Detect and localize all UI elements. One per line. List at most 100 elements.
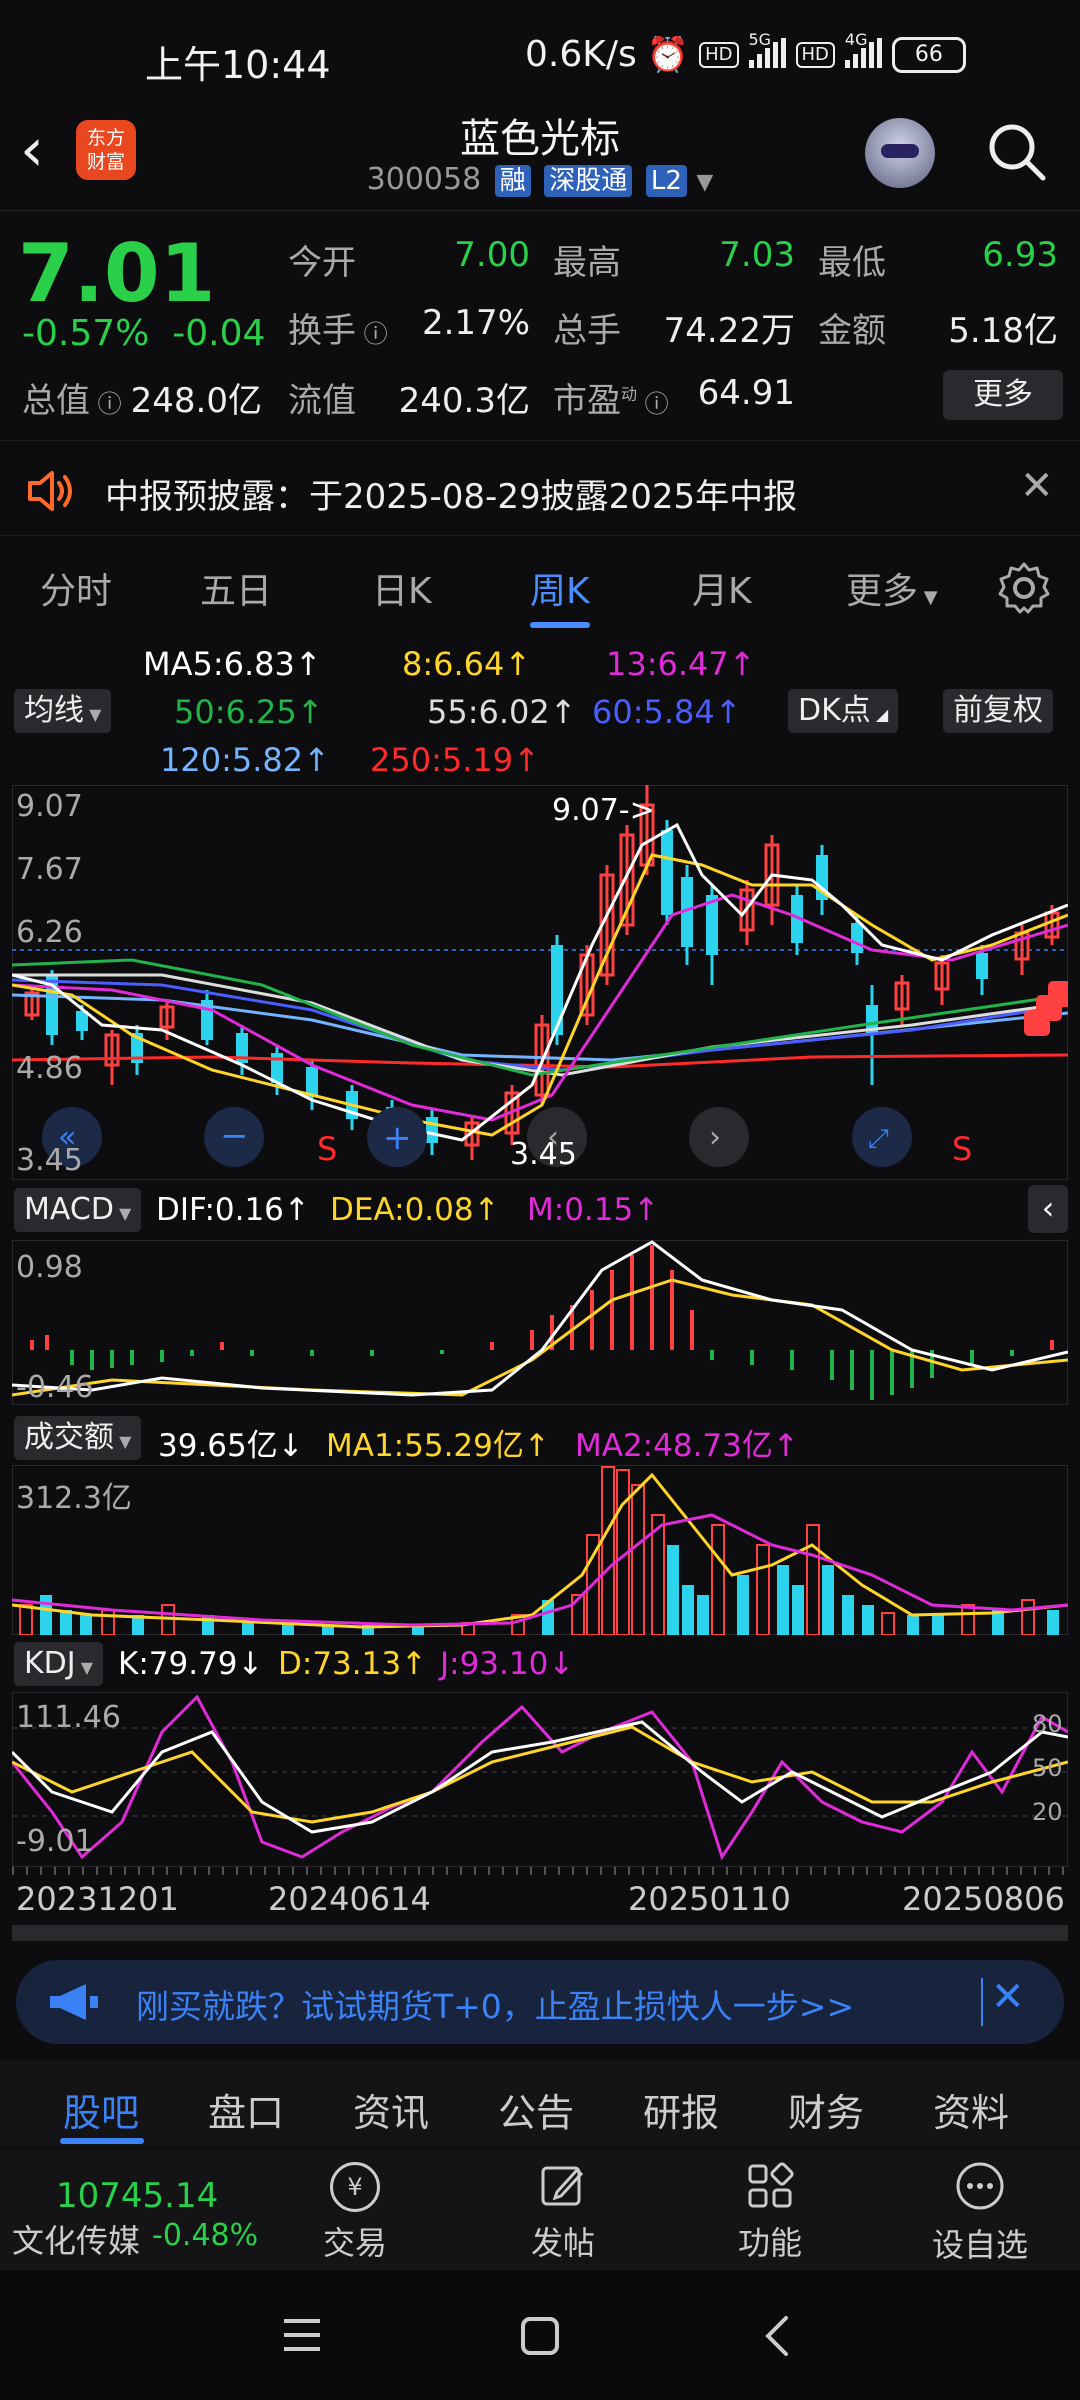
promo-banner[interactable]: 刚买就跌？试试期货T+0，止盈止损快人一步>> ✕ — [16, 1960, 1064, 2044]
tab-finance[interactable]: 财务 — [788, 2082, 864, 2137]
edit-icon — [541, 2166, 584, 2206]
info-tabs: 股吧 盘口 资讯 公告 研报 财务 资料 — [0, 2060, 1080, 2146]
add-watchlist-button[interactable]: 设自选 — [920, 2150, 1040, 2266]
collapse-panel-button[interactable]: ‹ — [1028, 1185, 1068, 1233]
chevron-down-icon: ▼ — [696, 170, 714, 195]
more-button[interactable]: 更多 — [943, 370, 1063, 420]
tab-news[interactable]: 资讯 — [353, 2082, 429, 2137]
battery-icon: 66 — [891, 36, 966, 73]
index-name: 文化传媒 — [12, 2222, 141, 2260]
open-label: 今开 — [288, 243, 356, 283]
tab-more[interactable]: 更多 ▼ — [846, 562, 938, 614]
tab-five-day[interactable]: 五日 — [200, 562, 272, 614]
macd-select[interactable]: MACD ▼ — [14, 1188, 142, 1232]
menu-icon[interactable] — [280, 2315, 324, 2355]
kdj-ref-80: 80 — [1032, 1710, 1063, 1738]
tab-research[interactable]: 研报 — [643, 2082, 719, 2137]
kdj-d: D:73.13↑ — [278, 1646, 428, 1682]
net-speed: 0.6K/s — [525, 34, 637, 75]
sector-index[interactable]: 10745.14 文化传媒 -0.48% — [0, 2150, 270, 2270]
next-icon: › — [709, 1120, 721, 1155]
alarm-icon: ⏰ — [646, 34, 690, 75]
macd-m: M:0.15↑ — [527, 1192, 660, 1228]
float-mv-label: 流值 — [288, 381, 356, 421]
quote-panel: 7.01 -0.57% -0.04 今开 7.00 最高 7.03 最低 6.9… — [0, 215, 1080, 441]
tab-weekly-k[interactable]: 周K — [530, 562, 590, 614]
search-icon[interactable] — [985, 120, 1049, 184]
tab-daily-k[interactable]: 日K — [372, 562, 432, 614]
function-button[interactable]: 功能 — [715, 2150, 825, 2264]
kline-svg: « − + ‹ › ⤢ S S — [11, 784, 1074, 1181]
scroll-bar[interactable] — [12, 1925, 1068, 1941]
volume-ma1: MA1:55.29亿↑ — [326, 1428, 550, 1464]
home-icon[interactable] — [518, 2314, 562, 2358]
kline-axis-3: 6.26 — [16, 915, 83, 950]
ma5-legend: MA5:6.83↑ — [143, 645, 322, 683]
pe-label: 市盈动 ⓘ — [553, 381, 669, 421]
bottom-toolbar: 10745.14 文化传媒 -0.48% ¥ 交易 发帖 功能 设自选 — [0, 2150, 1080, 2270]
kline-axis-bottom: 3.45 — [16, 1143, 83, 1178]
banner-divider — [981, 1978, 983, 2026]
kdj-select[interactable]: KDJ ▼ — [14, 1642, 104, 1686]
active-tab-indicator — [530, 622, 590, 628]
tab-pankou[interactable]: 盘口 — [208, 2082, 284, 2137]
date-3: 20250110 — [628, 1880, 791, 1918]
kdj-chart[interactable]: 111.46 -9.01 80 50 20 — [10, 1691, 1069, 1868]
ma60-legend: 60:5.84↑ — [592, 693, 742, 731]
tab-announcement[interactable]: 公告 — [498, 2082, 574, 2137]
index-value: 10745.14 — [56, 2176, 219, 2216]
chart-period-tabs: 分时 五日 日K 周K 月K 更多 ▼ — [0, 540, 1080, 635]
close-banner-icon[interactable]: ✕ — [991, 1974, 1025, 2020]
robot-avatar[interactable] — [865, 118, 935, 188]
kline-axis-2: 7.67 — [16, 852, 83, 887]
volume-select[interactable]: 成交额 ▼ — [14, 1416, 142, 1460]
signal-5g-icon: 5G — [748, 30, 786, 72]
dk-point-button[interactable]: DK点 ◢ — [788, 689, 899, 733]
turnover-label: 换手 ⓘ — [288, 311, 388, 351]
notice-bar[interactable]: 中报预披露：于2025-08-29披露2025年中报 ✕ — [0, 445, 1080, 536]
kline-axis-4: 4.86 — [16, 1051, 83, 1086]
volume-chart[interactable]: 312.3亿 — [11, 1464, 1069, 1636]
nav-back-icon[interactable] — [758, 2314, 798, 2358]
kdj-j: J:93.10↓ — [440, 1646, 575, 1682]
close-icon[interactable]: ✕ — [1020, 463, 1054, 509]
amount-label: 金额 — [818, 311, 886, 351]
clock: 上午10:44 — [145, 43, 331, 87]
zoom-out-icon: − — [220, 1116, 249, 1156]
indicator-select[interactable]: 均线 ▼ — [14, 689, 112, 733]
pe-value: 64.91 — [697, 373, 795, 413]
date-2: 20240614 — [268, 1880, 431, 1918]
volume-svg — [11, 1464, 1069, 1636]
kdj-svg — [10, 1691, 1069, 1868]
system-nav-bar — [0, 2270, 1080, 2400]
ma50-legend: 50:6.25↑ — [174, 693, 324, 731]
volume-label: 总手 — [553, 311, 621, 351]
high-label: 最高 — [553, 243, 621, 283]
megaphone-icon — [50, 1984, 98, 2020]
stock-code: 300058 — [366, 162, 482, 197]
macd-axis-bottom: -0.46 — [16, 1370, 94, 1405]
low-marker: 3.45 — [510, 1137, 577, 1172]
tab-profile[interactable]: 资料 — [933, 2082, 1009, 2137]
high-marker: 9.07-> — [552, 793, 655, 828]
post-button[interactable]: 发帖 — [508, 2150, 618, 2264]
tab-guba[interactable]: 股吧 — [63, 2082, 139, 2137]
trade-button[interactable]: ¥ 交易 — [300, 2150, 410, 2264]
tag-margin: 融 — [494, 165, 531, 197]
macd-chart[interactable]: 0.98 -0.46 — [11, 1239, 1069, 1406]
volume-ma2: MA2:48.73亿↑ — [575, 1428, 799, 1464]
status-icons: 0.6K/s ⏰ HD 5G HD 4G 66 — [525, 30, 966, 75]
stock-header: ‹ 东方 财富 蓝色光标 300058 融 深股通 L2 ▼ — [0, 100, 1080, 211]
kline-axis-top: 9.07 — [16, 789, 83, 824]
total-mv-label: 总值 ⓘ — [22, 381, 122, 421]
high-value: 7.03 — [719, 235, 795, 275]
speaker-icon — [28, 471, 72, 511]
kline-chart[interactable]: « − + ‹ › ⤢ S S 9.07 7.67 6.26 4.86 3.45… — [11, 784, 1074, 1181]
tab-intraday[interactable]: 分时 — [40, 562, 112, 614]
tab-monthly-k[interactable]: 月K — [692, 562, 752, 614]
volume-value: 74.22万 — [663, 311, 795, 351]
adjust-button[interactable]: 前复权 — [943, 689, 1053, 733]
kdj-ref-20: 20 — [1032, 1798, 1063, 1826]
gear-icon[interactable] — [996, 560, 1052, 616]
notice-text: 中报预披露：于2025-08-29披露2025年中报 — [105, 477, 798, 517]
